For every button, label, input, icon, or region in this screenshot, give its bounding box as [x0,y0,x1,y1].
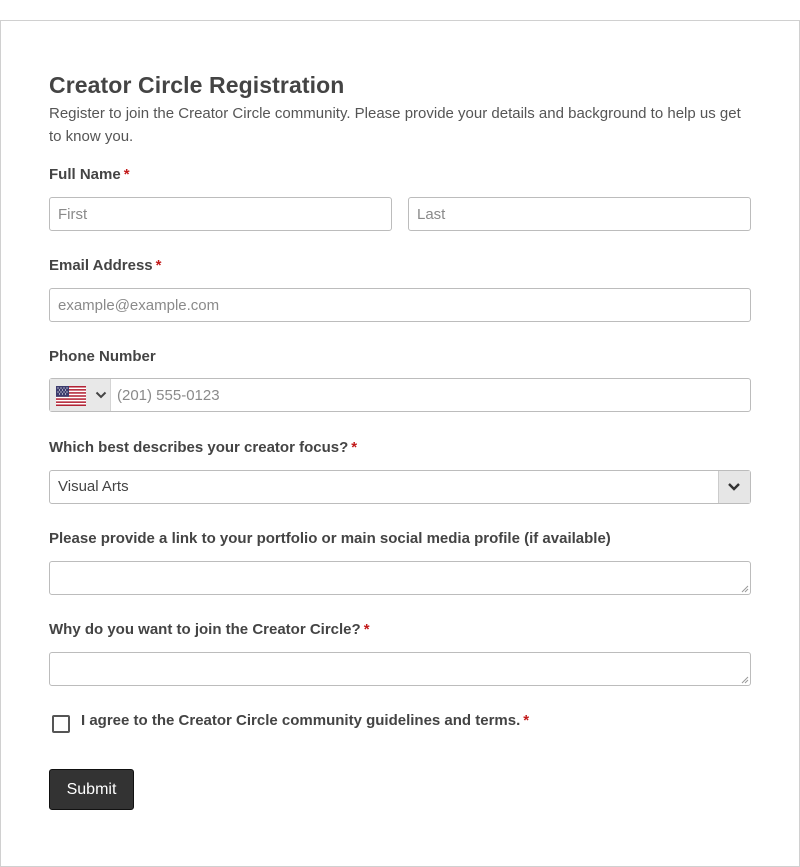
phone-label: Phone Number [49,348,156,365]
portfolio-label: Please provide a link to your portfolio … [49,530,611,547]
creator-focus-label: Which best describes your creator focus?… [49,439,357,456]
phone-field [49,378,764,412]
full-name-label-text: Full Name [49,166,121,183]
why-join-textarea[interactable] [49,652,751,686]
us-flag-icon [56,386,86,406]
phone-label-text: Phone Number [49,348,156,365]
agree-label[interactable]: I agree to the Creator Circle community … [81,712,529,729]
submit-button[interactable]: Submit [49,769,134,810]
required-marker: * [523,712,530,729]
email-label-text: Email Address [49,257,153,274]
form-description: Register to join the Creator Circle comm… [49,105,741,145]
creator-focus-selected-value: Visual Arts [58,478,129,495]
registration-form-card: Creator Circle Registration Register to … [0,20,800,867]
last-name-input[interactable] [408,197,751,231]
phone-input[interactable] [110,379,764,411]
creator-focus-label-text: Which best describes your creator focus? [49,439,349,456]
creator-focus-select[interactable]: Visual Arts [49,470,751,504]
required-marker: * [363,621,370,638]
chevron-down-icon [95,391,107,399]
required-marker: * [155,257,162,274]
chevron-down-icon [728,483,740,491]
form-title: Creator Circle Registration [49,72,345,98]
why-join-label: Why do you want to join the Creator Circ… [49,621,370,638]
agree-checkbox[interactable] [52,715,70,733]
country-code-dropdown[interactable] [50,379,111,411]
first-name-input[interactable] [49,197,392,231]
required-marker: * [123,166,130,183]
required-marker: * [351,439,358,456]
portfolio-label-text: Please provide a link to your portfolio … [49,530,611,547]
why-join-label-text: Why do you want to join the Creator Circ… [49,621,361,638]
select-arrow-button[interactable] [718,471,750,503]
email-label: Email Address * [49,257,162,274]
portfolio-link-textarea[interactable] [49,561,751,595]
agree-label-text: I agree to the Creator Circle community … [81,712,521,729]
full-name-label: Full Name * [49,166,130,183]
email-input[interactable] [49,288,751,322]
